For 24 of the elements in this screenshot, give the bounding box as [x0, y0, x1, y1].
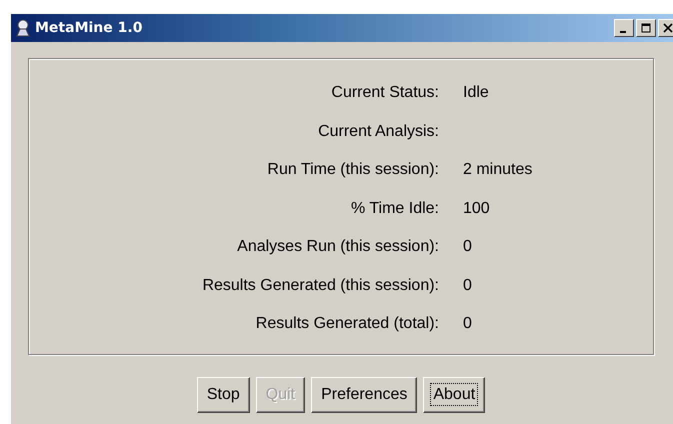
app-icon [14, 19, 32, 37]
minimize-button[interactable] [614, 19, 634, 37]
field-label: Current Analysis: [318, 122, 439, 140]
dialog-button[interactable]: Preferences [311, 377, 418, 413]
field-label: Results Generated (total): [256, 315, 439, 333]
dialog-button[interactable]: Stop [196, 377, 250, 413]
field-label: % Time Idle: [350, 200, 439, 218]
maximize-icon [641, 23, 651, 33]
field-value: Idle [463, 84, 489, 102]
maximize-button[interactable] [636, 19, 656, 37]
field-value: 0 [463, 238, 472, 256]
close-button[interactable] [658, 19, 673, 37]
field-value: 0 [463, 315, 472, 333]
window-title: MetaMine 1.0 [35, 20, 142, 36]
field-label: Run Time (this session): [267, 161, 439, 179]
field-label: Results Generated (this session): [202, 276, 439, 294]
minimize-icon [620, 30, 626, 32]
field-label: Analyses Run (this session): [237, 238, 439, 256]
dialog-button[interactable]: About [423, 377, 486, 413]
close-icon [663, 23, 673, 33]
field-value: 100 [463, 200, 490, 218]
field-value: 2 minutes [463, 161, 532, 179]
field-label: Current Status: [331, 84, 439, 102]
field-value: 0 [463, 276, 472, 294]
